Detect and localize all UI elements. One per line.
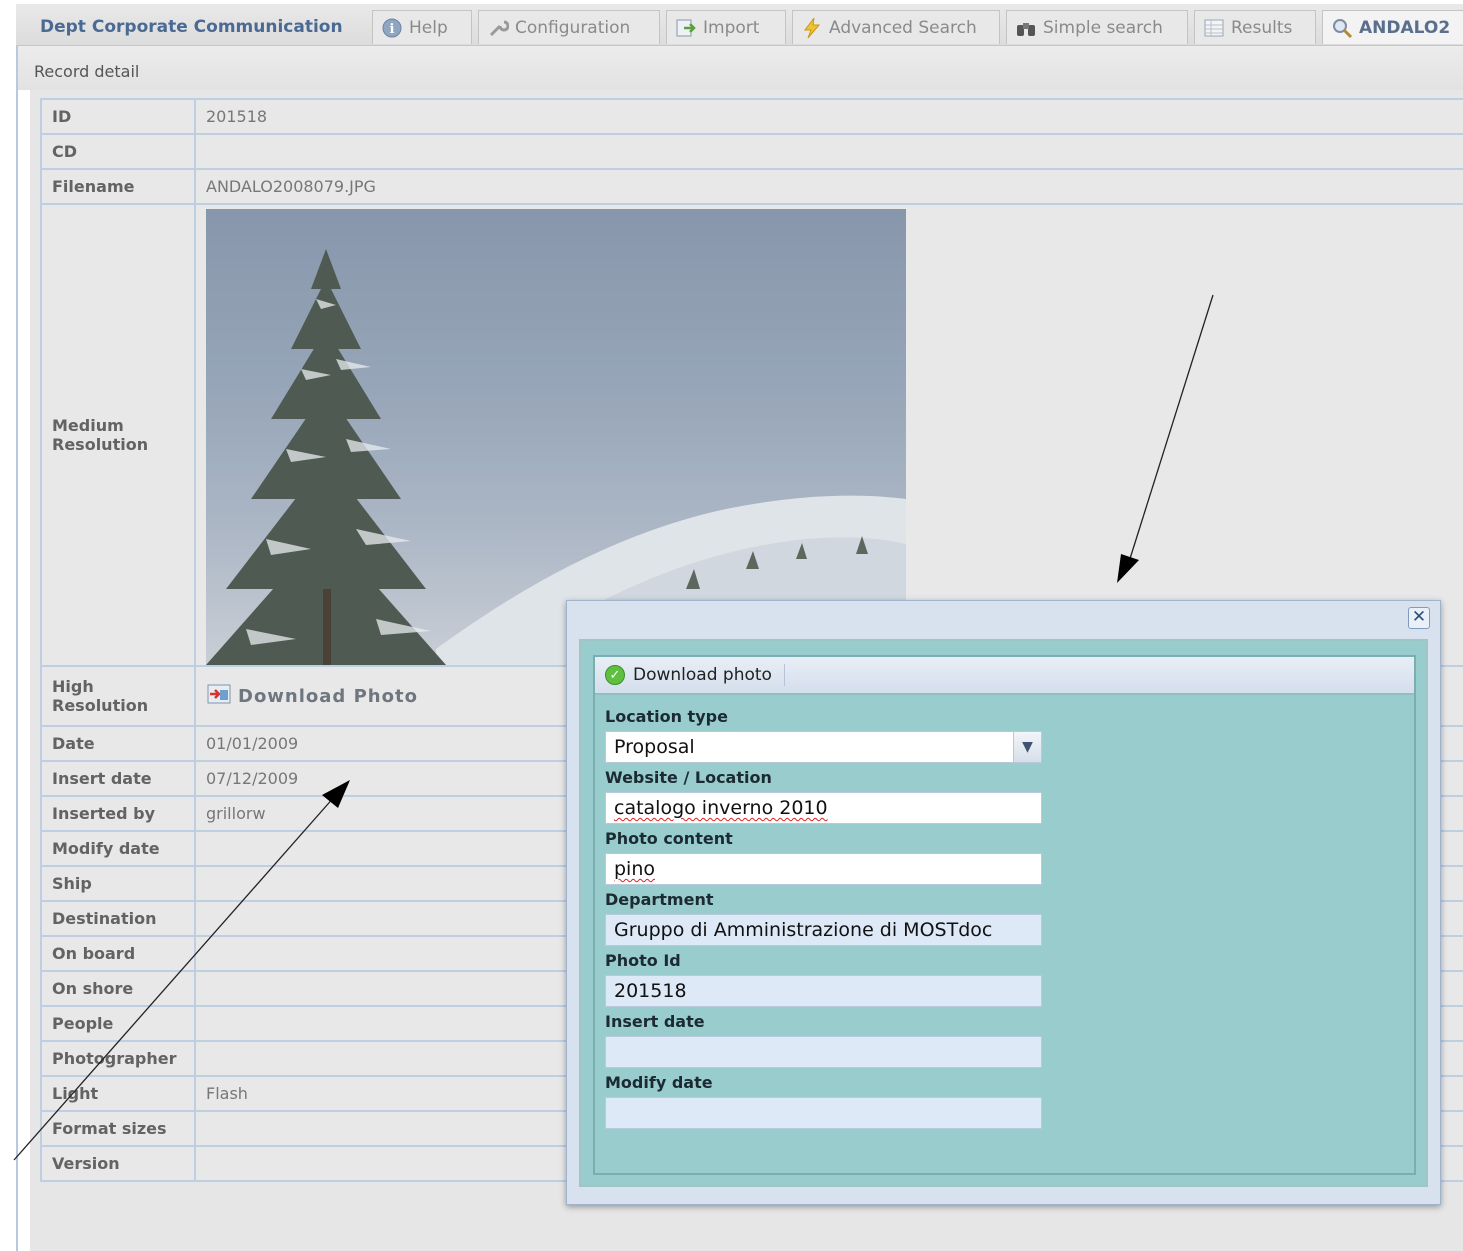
download-icon <box>206 682 232 711</box>
website-location-label: Website / Location <box>605 768 772 787</box>
department-label: Department <box>605 890 714 909</box>
tab-results[interactable]: Results <box>1194 10 1316 44</box>
tab-label: Import <box>703 17 760 38</box>
tab-dept-corporate-communication[interactable]: Dept Corporate Communication <box>16 10 353 44</box>
photo-content-value: pino <box>614 858 656 880</box>
tab-label: ANDALO2 <box>1359 17 1451 38</box>
tab-label: Help <box>409 17 448 38</box>
wrench-icon <box>487 17 510 39</box>
page-header: Record detail <box>16 46 1463 90</box>
table-row: CD <box>40 133 1463 170</box>
modify-date-field <box>605 1097 1042 1129</box>
row-label: Modify date <box>40 830 196 867</box>
row-value <box>194 203 1463 667</box>
row-label: Destination <box>40 900 196 937</box>
row-value: ANDALO2008079.JPG <box>194 168 1463 205</box>
tab-configuration[interactable]: Configuration <box>478 10 660 44</box>
row-label: Light <box>40 1075 196 1112</box>
tab-simple-search[interactable]: Simple search <box>1006 10 1188 44</box>
photo-content-label: Photo content <box>605 829 733 848</box>
binoculars-icon <box>1015 17 1037 39</box>
chevron-down-icon[interactable]: ▼ <box>1013 732 1041 762</box>
row-label: Photographer <box>40 1040 196 1077</box>
tab-bar: Dept Corporate Communication i Help Conf… <box>16 4 1463 46</box>
row-label: CD <box>40 133 196 170</box>
photo-content-input[interactable]: pino <box>605 853 1042 885</box>
insert-date-field <box>605 1036 1042 1068</box>
tab-label: Simple search <box>1043 17 1163 38</box>
row-label: Insert date <box>40 760 196 797</box>
svg-text:i: i <box>390 22 395 37</box>
website-location-value: catalogo inverno 2010 <box>614 797 828 819</box>
page-title: Record detail <box>34 62 140 81</box>
import-icon <box>675 17 697 39</box>
tab-label: Configuration <box>515 17 631 38</box>
insert-date-label: Insert date <box>605 1012 705 1031</box>
download-photo-dialog: ✕ ✓ Download photo Location type Proposa… <box>566 600 1441 1205</box>
dialog-toolbar: ✓ Download photo <box>595 657 1414 695</box>
download-photo-button-label: Download photo <box>633 665 772 685</box>
row-label: Medium Resolution <box>40 203 196 667</box>
dialog-body: ✓ Download photo Location type Proposal … <box>579 639 1428 1187</box>
row-label: Ship <box>40 865 196 902</box>
tab-label: Advanced Search <box>829 17 977 38</box>
row-value <box>194 133 1463 170</box>
row-label: Format sizes <box>40 1110 196 1147</box>
row-label: High Resolution <box>40 665 196 727</box>
row-value: 201518 <box>194 98 1463 135</box>
info-icon: i <box>381 17 403 39</box>
check-icon: ✓ <box>605 665 625 685</box>
photo-id-label: Photo Id <box>605 951 681 970</box>
close-icon[interactable]: ✕ <box>1408 607 1430 629</box>
tab-label: Results <box>1231 17 1293 38</box>
photo-id-value: 201518 <box>614 980 687 1002</box>
department-field: Gruppo di Amministrazione di MOSTdoc <box>605 914 1042 946</box>
modify-date-label: Modify date <box>605 1073 713 1092</box>
dialog-form: ✓ Download photo Location type Proposal … <box>593 655 1416 1175</box>
tab-advanced-search[interactable]: Advanced Search <box>792 10 1000 44</box>
department-value: Gruppo di Amministrazione di MOSTdoc <box>614 919 993 941</box>
table-row: ID 201518 <box>40 98 1463 135</box>
table-icon <box>1203 17 1225 39</box>
download-photo-label: Download Photo <box>238 685 418 707</box>
website-location-input[interactable]: catalogo inverno 2010 <box>605 792 1042 824</box>
table-row: Medium Resolution <box>40 203 1463 667</box>
medium-resolution-photo <box>206 209 906 665</box>
lightning-icon <box>801 17 823 39</box>
tab-help[interactable]: i Help <box>372 10 472 44</box>
left-border <box>16 46 18 1251</box>
tab-label: Dept Corporate Communication <box>40 17 343 37</box>
row-label: On board <box>40 935 196 972</box>
download-photo-button[interactable]: ✓ Download photo <box>605 665 772 685</box>
row-label: Filename <box>40 168 196 205</box>
tab-import[interactable]: Import <box>666 10 786 44</box>
toolbar-separator <box>783 664 785 686</box>
table-row: Filename ANDALO2008079.JPG <box>40 168 1463 205</box>
row-label: Inserted by <box>40 795 196 832</box>
location-type-label: Location type <box>605 707 728 726</box>
location-type-select[interactable]: Proposal ▼ <box>605 731 1042 763</box>
location-type-value: Proposal <box>614 736 695 758</box>
row-label: On shore <box>40 970 196 1007</box>
tab-andalo-record[interactable]: ANDALO2 <box>1322 10 1463 44</box>
row-label: ID <box>40 98 196 135</box>
row-label: People <box>40 1005 196 1042</box>
row-label: Version <box>40 1145 196 1182</box>
magnifier-icon <box>1331 17 1353 39</box>
row-label: Date <box>40 725 196 762</box>
photo-id-field: 201518 <box>605 975 1042 1007</box>
